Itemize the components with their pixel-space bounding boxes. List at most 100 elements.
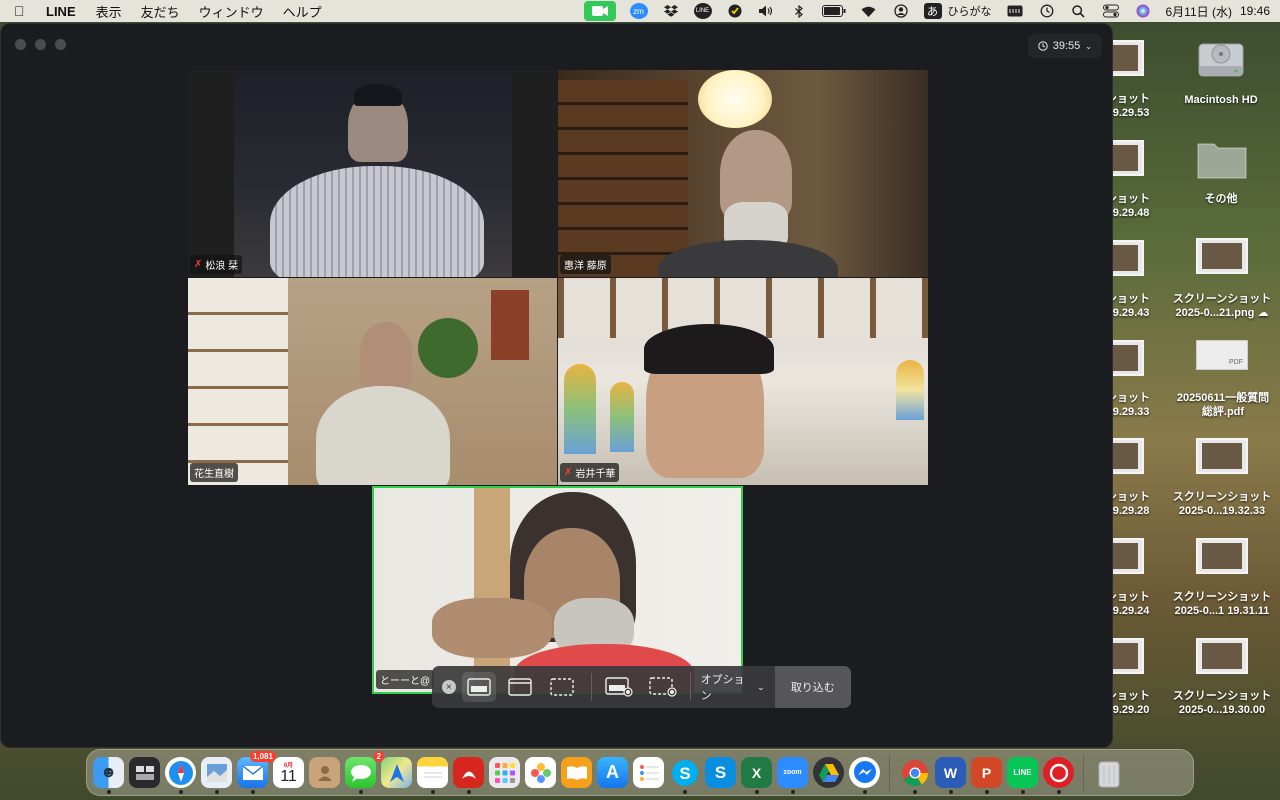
minimize-window-button[interactable] xyxy=(35,39,46,50)
line-app-icon[interactable]: LINE xyxy=(1007,757,1038,794)
options-label: オプション xyxy=(700,674,745,702)
participant-name: 惠洋 藤原 xyxy=(564,261,607,272)
zoom-app-icon[interactable]: zoom xyxy=(777,757,808,794)
record-selection-button[interactable] xyxy=(646,672,680,702)
preview-icon[interactable] xyxy=(201,757,232,794)
menubar-date[interactable]: 6月11日 (水) xyxy=(1166,3,1232,20)
contacts-icon[interactable] xyxy=(309,757,340,788)
wifi-icon[interactable] xyxy=(860,3,878,19)
app-store-icon[interactable]: A xyxy=(597,757,628,788)
zoom-status-icon[interactable]: zm xyxy=(629,3,648,19)
launchpad-icon[interactable] xyxy=(489,757,520,788)
reminders-icon[interactable] xyxy=(633,757,664,788)
capture-window-button[interactable] xyxy=(504,672,538,702)
maps-icon[interactable] xyxy=(381,757,412,788)
norton-icon[interactable] xyxy=(726,3,744,19)
time-machine-icon[interactable] xyxy=(1038,3,1056,19)
trash-icon[interactable] xyxy=(1093,757,1124,788)
close-window-button[interactable] xyxy=(15,39,26,50)
video-tile[interactable]: ✗ 松浪 栞 xyxy=(188,70,557,277)
word-icon[interactable]: W xyxy=(935,757,966,794)
screenshot-file-icon[interactable] xyxy=(1196,238,1248,274)
participant-name: 花生直樹 xyxy=(194,469,234,480)
screenshot-file-icon[interactable] xyxy=(1196,638,1248,674)
participant-name-tag: ✗ 松浪 栞 xyxy=(190,255,243,274)
participant-figure xyxy=(354,84,402,106)
adobe-reader-icon[interactable] xyxy=(453,757,484,794)
google-drive-icon[interactable] xyxy=(813,757,844,788)
photos-icon[interactable] xyxy=(525,757,556,788)
screenshot-file-icon[interactable] xyxy=(1196,438,1248,474)
finder-icon[interactable]: ☻ xyxy=(93,757,124,794)
participant-figure xyxy=(644,324,774,374)
messages-icon[interactable]: 2 xyxy=(345,751,384,794)
options-menu-button[interactable]: オプション ⌄ xyxy=(701,671,765,703)
clock-icon xyxy=(1038,41,1048,51)
books-icon[interactable] xyxy=(561,757,592,788)
app-menu[interactable]: LINE xyxy=(46,4,76,19)
dock: ☻ 1,081 6月 11 2 A S S X zoom W P LINE xyxy=(86,749,1194,796)
volume-icon[interactable] xyxy=(758,3,776,19)
screenshot-file-icon[interactable] xyxy=(1196,538,1248,574)
notes-icon[interactable] xyxy=(417,757,448,794)
menu-friends[interactable]: 友だち xyxy=(141,2,180,21)
keyboard-icon[interactable] xyxy=(1006,3,1024,19)
participant-figure xyxy=(360,322,412,390)
video-tile[interactable]: 惠洋 藤原 xyxy=(558,70,928,277)
battery-icon[interactable] xyxy=(821,3,846,19)
skype-icon[interactable]: S xyxy=(669,757,700,794)
input-method-label[interactable]: ひらがな xyxy=(948,3,992,19)
calendar-day: 11 xyxy=(280,768,297,785)
chrome-icon[interactable] xyxy=(899,757,930,794)
video-tile[interactable]: ✗ 岩井千華 xyxy=(558,278,928,485)
capture-button[interactable]: 取り込む xyxy=(774,666,852,708)
security-app-icon[interactable] xyxy=(1043,757,1074,794)
safari-icon[interactable] xyxy=(165,757,196,794)
active-speaker-tile[interactable]: とーーと@ xyxy=(372,486,743,694)
menubar-time[interactable]: 19:46 xyxy=(1240,4,1270,18)
dropbox-icon[interactable] xyxy=(662,3,680,19)
bluetooth-icon[interactable] xyxy=(790,3,808,19)
desktop-file-label[interactable]: その他 xyxy=(1174,192,1268,206)
desktop-file-label[interactable]: Macintosh HD xyxy=(1174,93,1268,107)
desktop-file-label[interactable]: スクリーンショット 2025-0...19.30.00 xyxy=(1170,689,1274,717)
menu-help[interactable]: ヘルプ xyxy=(283,2,322,21)
line-status-icon[interactable]: LINE xyxy=(693,3,712,19)
powerpoint-icon[interactable]: P xyxy=(971,757,1002,794)
desktop-file-label[interactable]: スクリーンショット 2025-0...19.32.33 xyxy=(1170,490,1274,518)
houseplant xyxy=(418,318,478,378)
record-entire-screen-button[interactable] xyxy=(602,672,636,702)
input-method-icon[interactable]: あ xyxy=(923,3,942,19)
calendar-icon[interactable]: 6月 11 xyxy=(273,757,304,788)
menu-view[interactable]: 表示 xyxy=(96,2,122,21)
chevron-down-icon: ⌄ xyxy=(1085,41,1092,51)
excel-icon[interactable]: X xyxy=(741,757,772,794)
apple-menu-icon[interactable]:  xyxy=(14,3,28,19)
folder-icon[interactable] xyxy=(1196,138,1248,180)
spotlight-search-icon[interactable] xyxy=(1070,3,1088,19)
capture-selection-button[interactable] xyxy=(545,672,579,702)
toolbar-divider xyxy=(689,673,691,701)
messenger-icon[interactable] xyxy=(849,757,880,794)
video-tile[interactable]: 花生直樹 xyxy=(188,278,557,485)
mission-control-icon[interactable] xyxy=(129,757,160,788)
zoom-window-button[interactable] xyxy=(55,39,66,50)
participant-name: とーーと@ xyxy=(380,676,431,687)
close-icon[interactable]: × xyxy=(442,680,456,694)
pdf-file-icon[interactable]: PDF xyxy=(1196,340,1248,370)
mail-icon[interactable]: 1,081 xyxy=(237,751,276,794)
capture-entire-screen-button[interactable] xyxy=(461,672,496,702)
chevron-down-icon: ⌄ xyxy=(757,681,765,692)
siri-icon[interactable] xyxy=(1134,3,1152,19)
hard-drive-icon[interactable] xyxy=(1196,30,1246,82)
facetime-video-icon[interactable] xyxy=(583,1,616,21)
desktop-file-label[interactable]: 20250611一般質問 総評.pdf xyxy=(1168,391,1278,419)
mic-muted-icon: ✗ xyxy=(564,467,573,478)
skype-alt-icon[interactable]: S xyxy=(705,757,736,788)
user-account-icon[interactable] xyxy=(892,3,910,19)
meeting-timer[interactable]: 39:55 ⌄ xyxy=(1027,34,1102,58)
desktop-file-label[interactable]: スクリーンショット 2025-0...21.png ☁ xyxy=(1170,292,1274,320)
control-center-icon[interactable] xyxy=(1102,3,1120,19)
desktop-file-label[interactable]: スクリーンショット 2025-0...1 19.31.11 xyxy=(1170,590,1274,618)
menu-window[interactable]: ウィンドウ xyxy=(199,2,264,21)
